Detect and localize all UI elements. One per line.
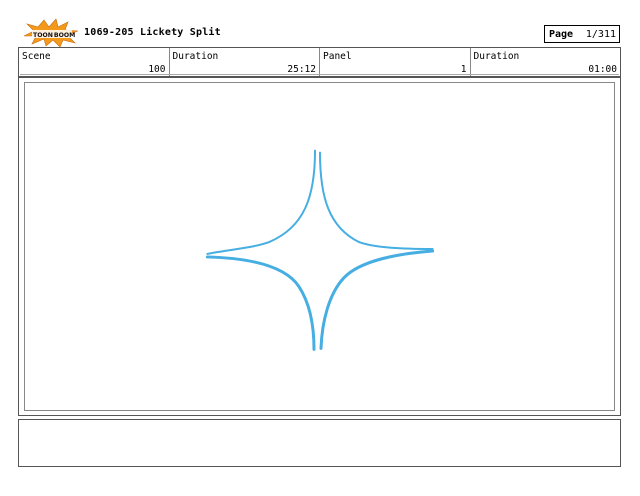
panel-info-row: Scene 100 Duration 25:12 Panel 1 Duratio…: [18, 47, 621, 77]
toon-boom-logo: TOONBOOM: [22, 18, 80, 48]
scene-cell: Scene 100: [19, 48, 170, 76]
logo-text-right: BOOM: [54, 32, 75, 39]
panel-drawing: [205, 149, 435, 351]
scene-value: 100: [148, 64, 166, 75]
storyboard-panel[interactable]: [24, 82, 615, 411]
scene-duration-cell: Duration 25:12: [170, 48, 320, 76]
sparkle-sketch: [205, 149, 435, 351]
page-number: 1/311: [585, 29, 616, 40]
storyboard-panel-frame: [18, 77, 621, 416]
scene-duration-value: 25:12: [287, 64, 316, 75]
document-title: 1069-205 Lickety Split: [84, 27, 221, 38]
panel-label: Panel: [323, 51, 352, 62]
dialogue-notes-box[interactable]: [18, 419, 621, 467]
scene-label: Scene: [22, 51, 51, 62]
panel-duration-label: Duration: [473, 51, 520, 62]
scene-duration-label: Duration: [172, 51, 219, 62]
page-label: Page: [549, 29, 574, 40]
panel-cell: Panel 1: [320, 48, 471, 76]
svg-text:TOONBOOM: TOONBOOM: [33, 32, 75, 39]
panel-value: 1: [460, 64, 467, 75]
panel-duration-value: 01:00: [588, 64, 617, 75]
panel-duration-cell: Duration 01:00: [471, 48, 621, 76]
page-indicator: Page 1/311: [544, 25, 620, 43]
logo-text-left: TOON: [33, 32, 53, 39]
